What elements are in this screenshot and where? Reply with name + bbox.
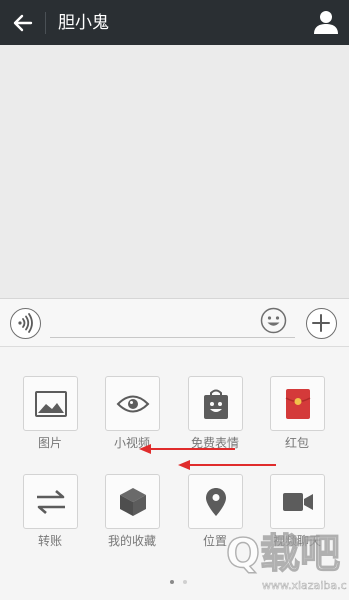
voice-input-button[interactable] <box>10 308 41 339</box>
person-icon <box>314 11 338 34</box>
smiley-icon <box>260 307 287 334</box>
annotation-arrow-lower <box>178 460 276 470</box>
favorites-button[interactable] <box>105 474 160 529</box>
profile-button[interactable] <box>313 9 339 35</box>
more-button[interactable] <box>306 308 337 339</box>
location-button[interactable] <box>188 474 243 529</box>
back-button[interactable] <box>6 6 40 40</box>
voice-icon <box>18 313 33 333</box>
image-icon <box>34 390 67 417</box>
top-bar: 胆小鬼 <box>0 0 349 45</box>
svg-text:Q载吧: Q载吧 <box>226 531 340 577</box>
back-arrow-icon <box>13 14 33 32</box>
short-video-button[interactable] <box>105 376 160 431</box>
transfer-label: 转账 <box>37 534 62 548</box>
image-label: 图片 <box>37 436 62 450</box>
eye-icon <box>116 395 149 412</box>
image-button[interactable] <box>23 376 78 431</box>
header-divider <box>45 12 46 34</box>
input-bar <box>0 298 349 346</box>
video-camera-icon <box>282 492 313 511</box>
svg-text:www.xiazaiba.com: www.xiazaiba.com <box>262 579 347 592</box>
plus-icon <box>312 314 330 332</box>
annotation-arrow-upper <box>139 444 235 454</box>
favorites-label: 我的收藏 <box>107 534 156 548</box>
page-dot-2[interactable] <box>183 580 187 584</box>
red-packet-button[interactable] <box>270 376 325 431</box>
location-icon <box>205 487 226 516</box>
site-watermark-logo: Q载吧 www.xiazaiba.com <box>225 530 347 592</box>
red-packet-label: 红包 <box>284 436 309 450</box>
red-packet-icon <box>285 388 310 419</box>
emoji-button[interactable] <box>260 307 287 334</box>
chat-message-area[interactable] <box>0 45 349 298</box>
video-chat-button[interactable] <box>270 474 325 529</box>
message-input[interactable] <box>50 308 295 338</box>
emoji-bag-icon <box>203 389 228 419</box>
free-stickers-button[interactable] <box>188 376 243 431</box>
cube-icon <box>119 487 146 516</box>
transfer-icon <box>36 489 65 514</box>
page-title: 胆小鬼 <box>58 13 109 33</box>
transfer-button[interactable] <box>23 474 78 529</box>
page-dot-1[interactable] <box>170 580 174 584</box>
